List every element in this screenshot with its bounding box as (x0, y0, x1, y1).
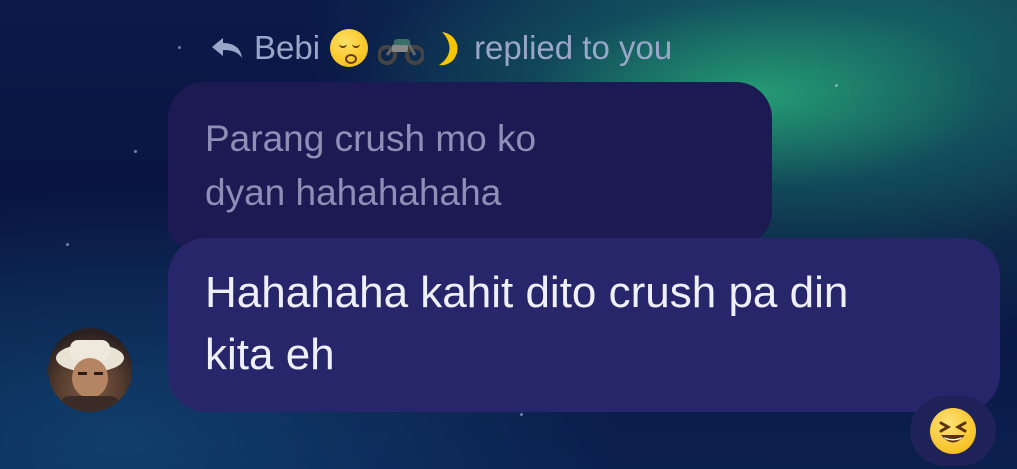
reply-arrow-icon (212, 38, 242, 58)
star-decoration (178, 46, 181, 49)
quoted-message-text: Parang crush mo ko dyan hahahahaha (205, 112, 725, 220)
reaction-badge[interactable] (910, 396, 996, 466)
grinning-squinting-face-icon (930, 408, 976, 454)
star-decoration (134, 150, 137, 153)
reply-message-text: Hahahaha kahit dito crush pa din kita eh (205, 262, 975, 386)
crescent-moon-icon (439, 32, 458, 66)
reply-message-line: kita eh (205, 330, 335, 379)
sender-name: Bebi (254, 29, 321, 66)
reply-header: Bebi replied to you (210, 28, 672, 68)
quoted-message-line: Parang crush mo ko (205, 118, 537, 159)
avatar-image (56, 340, 124, 412)
star-decoration (520, 413, 523, 416)
user-avatar[interactable] (48, 328, 132, 412)
star-decoration (835, 84, 838, 87)
motorcycle-icon (378, 39, 425, 65)
quoted-message-line: dyan hahahahaha (205, 172, 502, 213)
kissing-face-icon (330, 29, 369, 67)
star-decoration (66, 243, 69, 246)
reply-suffix: replied to you (474, 29, 673, 66)
reply-message-line: Hahahaha kahit dito crush pa din (205, 268, 849, 317)
